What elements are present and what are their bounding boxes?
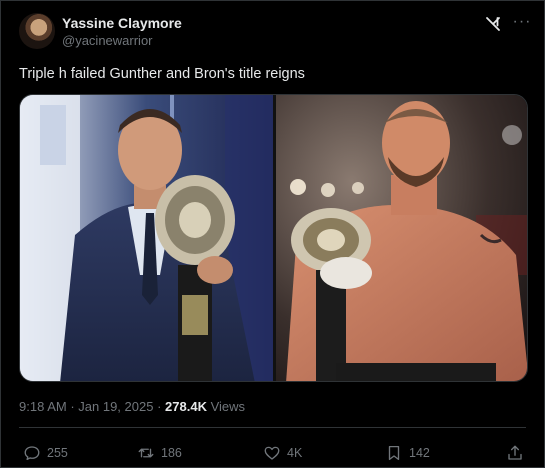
divider xyxy=(19,427,526,428)
tweet-meta: 9:18 AM · Jan 19, 2025 · 278.4K Views xyxy=(19,399,245,414)
tweet-text: Triple h failed Gunther and Bron's title… xyxy=(19,66,305,82)
meta-separator-2: · xyxy=(157,399,166,414)
tweet-card[interactable]: Yassine Claymore @yacinewarrior ··· Trip… xyxy=(0,0,545,468)
meta-separator: · xyxy=(66,399,79,414)
views-count: 278.4K xyxy=(165,399,207,414)
action-bar: 255 186 4K 142 xyxy=(19,441,526,465)
more-icon[interactable]: ··· xyxy=(512,13,532,33)
tweet-header: Yassine Claymore @yacinewarrior ··· xyxy=(19,11,532,51)
bookmark-count: 142 xyxy=(409,446,430,460)
like-icon xyxy=(264,446,280,460)
views-label: Views xyxy=(210,399,246,414)
tweet-date[interactable]: Jan 19, 2025 xyxy=(78,399,153,414)
author-handle[interactable]: @yacinewarrior xyxy=(62,33,153,48)
repost-icon xyxy=(138,448,154,458)
repost-button[interactable]: 186 xyxy=(137,441,182,465)
suit-man-image xyxy=(20,95,273,381)
share-icon xyxy=(508,445,522,460)
like-button[interactable]: 4K xyxy=(263,441,302,465)
like-count: 4K xyxy=(287,446,303,460)
media-photo-left[interactable] xyxy=(20,95,273,381)
share-button[interactable] xyxy=(506,441,524,465)
grok-icon[interactable] xyxy=(484,15,502,33)
reply-count: 255 xyxy=(47,446,68,460)
wrestler-image xyxy=(276,95,527,381)
reply-button[interactable]: 255 xyxy=(23,441,68,465)
tweet-media[interactable] xyxy=(19,94,528,382)
repost-count: 186 xyxy=(161,446,182,460)
bookmark-icon xyxy=(388,445,400,461)
author-name[interactable]: Yassine Claymore xyxy=(62,15,182,31)
avatar[interactable] xyxy=(19,13,55,49)
media-photo-right[interactable] xyxy=(276,95,527,381)
reply-icon xyxy=(24,446,40,461)
tweet-time[interactable]: 9:18 AM xyxy=(19,399,67,414)
bookmark-button[interactable]: 142 xyxy=(385,441,430,465)
